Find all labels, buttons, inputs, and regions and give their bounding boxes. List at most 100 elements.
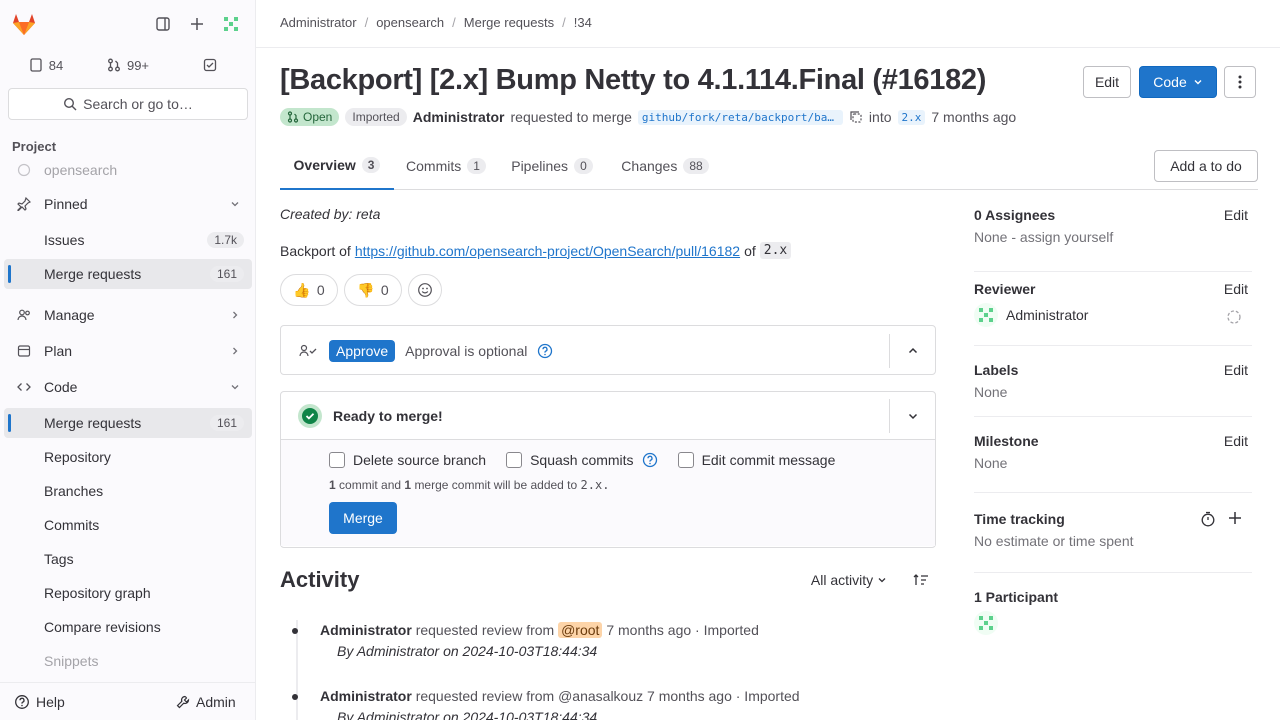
labels-edit-link[interactable]: Edit [1224,362,1248,378]
sidebar-item-snippets[interactable]: Snippets [4,646,252,676]
collapse-approval-button[interactable] [889,334,935,368]
reviewer-name: Administrator [1006,307,1089,323]
stopwatch-icon[interactable] [1200,511,1216,527]
smiley-icon [417,282,433,298]
mr-meta: Open Imported Administrator requested to… [280,108,1016,126]
approval-card: Approve Approval is optional [280,325,936,375]
question-icon[interactable] [642,452,658,468]
breadcrumb-item[interactable]: opensearch [376,15,444,30]
sidebar-item-tags[interactable]: Tags [4,544,252,574]
sidebar-item-manage[interactable]: Manage [4,300,252,330]
merge-button[interactable]: Merge [329,502,397,534]
help-button[interactable]: Help [14,689,65,715]
search-button[interactable]: Search or go to… [8,88,248,120]
activity-filter-dropdown[interactable]: All activity [796,566,902,594]
participants-label: 1 Participant [974,589,1059,605]
review-status-icon[interactable] [1226,309,1242,325]
expand-merge-button[interactable] [889,399,935,433]
gitlab-logo-icon[interactable] [10,10,38,38]
reviewer-edit-link[interactable]: Edit [1224,281,1248,297]
labels-block: Labels Edit None [974,362,1252,417]
mention-link[interactable]: @anasalkouz [558,688,643,704]
assignees-edit-link[interactable]: Edit [1224,207,1248,223]
copy-branch-icon[interactable] [849,110,863,124]
sidebar-item-repository-graph[interactable]: Repository graph [4,578,252,608]
user-avatar-icon[interactable] [216,10,246,38]
add-time-icon[interactable] [1228,511,1242,525]
breadcrumb-item[interactable]: Merge requests [464,15,554,30]
milestone-value: None [974,455,1008,471]
sidebar-item-repository[interactable]: Repository [4,442,252,472]
sidebar-item-code[interactable]: Code [4,372,252,402]
assigned-issues-button[interactable]: 84 [8,50,84,80]
create-new-icon[interactable] [182,10,212,38]
activity-author[interactable]: Administrator [320,688,412,704]
tab-count: 0 [574,158,593,174]
tab-count: 1 [467,158,486,174]
sidebar-item-plan[interactable]: Plan [4,336,252,366]
squash-commits-checkbox[interactable] [506,452,523,468]
approval-text: Approval is optional [405,343,528,359]
code-button-label: Code [1153,74,1187,90]
plan-icon [4,344,44,358]
merge-requests-badge: 161 [209,266,244,282]
target-branch[interactable]: 2.x [897,109,926,125]
squash-commits-option[interactable]: Squash commits [506,452,657,468]
thumbs-up-button[interactable]: 👍 0 [280,274,338,306]
question-icon[interactable] [537,343,553,359]
merge-requests-count: 99+ [126,57,150,73]
add-todo-button[interactable]: Add a to do [1154,150,1258,182]
code-dropdown-button[interactable]: Code [1139,66,1217,98]
add-reaction-button[interactable] [408,274,442,306]
tab-pipelines[interactable]: Pipelines 0 [499,142,605,190]
sidebar-item-commits[interactable]: Commits [4,510,252,540]
sidebar-item-compare-revisions[interactable]: Compare revisions [4,612,252,642]
sidebar-item-issues[interactable]: Issues 1.7k [4,225,252,255]
reactions: 👍 0 👎 0 [280,274,442,306]
tab-commits[interactable]: Commits 1 [398,142,494,190]
edit-commit-message-checkbox[interactable] [677,452,694,468]
approve-button[interactable]: Approve [329,340,396,362]
delete-source-branch-checkbox[interactable] [329,452,345,468]
backport-link[interactable]: https://github.com/opensearch-project/Op… [355,243,740,259]
top-bar: Administrator / opensearch / Merge reque… [256,0,1280,48]
source-branch[interactable]: github/fork/reta/backport/backport-16182… [637,109,843,125]
sidebar-item-merge-requests[interactable]: Merge requests 161 [4,408,252,438]
admin-button[interactable]: Admin [176,689,236,715]
activity-sort-button[interactable] [906,566,936,594]
milestone-edit-link[interactable]: Edit [1224,433,1248,449]
more-actions-button[interactable] [1224,66,1256,98]
sidebar-item-pinned-merge-requests[interactable]: Merge requests 161 [4,259,252,289]
mr-tabs: Overview 3 Commits 1 Pipelines 0 Changes… [280,142,1258,190]
sidebar-item-branches[interactable]: Branches [4,476,252,506]
thumbs-down-button[interactable]: 👎 0 [344,274,402,306]
approval-icon [299,343,319,359]
assignees-value[interactable]: None - assign yourself [974,229,1252,245]
collapse-sidebar-icon[interactable] [148,10,178,38]
edit-commit-message-option[interactable]: Edit commit message [677,452,835,468]
issues-badge: 1.7k [207,232,244,248]
tab-overview[interactable]: Overview 3 [280,142,394,190]
participant-avatar[interactable] [974,611,1252,635]
chevron-right-icon [230,310,240,320]
author-link[interactable]: Administrator [413,109,505,125]
milestone-block: Milestone Edit None [974,433,1252,493]
sort-icon [913,573,929,587]
timeline-line [296,620,298,720]
merge-requests-count-button[interactable]: 99+ [90,50,166,80]
breadcrumb-item[interactable]: Administrator [280,15,357,30]
delete-source-branch-option[interactable]: Delete source branch [329,452,486,468]
sidebar-item-pinned[interactable]: Pinned [4,189,252,219]
code-icon [4,380,44,394]
edit-button[interactable]: Edit [1083,66,1131,98]
tab-changes[interactable]: Changes 88 [608,142,722,190]
activity-author[interactable]: Administrator [320,622,412,638]
chevron-up-icon [907,345,919,357]
todos-button[interactable] [172,50,248,80]
pin-icon [4,197,44,211]
breadcrumb-item[interactable]: !34 [574,15,592,30]
timeline-dot [292,628,298,634]
mention-link[interactable]: @root [558,622,603,638]
sidebar-project-name[interactable]: opensearch [4,155,252,185]
reviewer-user[interactable]: Administrator [974,303,1252,327]
